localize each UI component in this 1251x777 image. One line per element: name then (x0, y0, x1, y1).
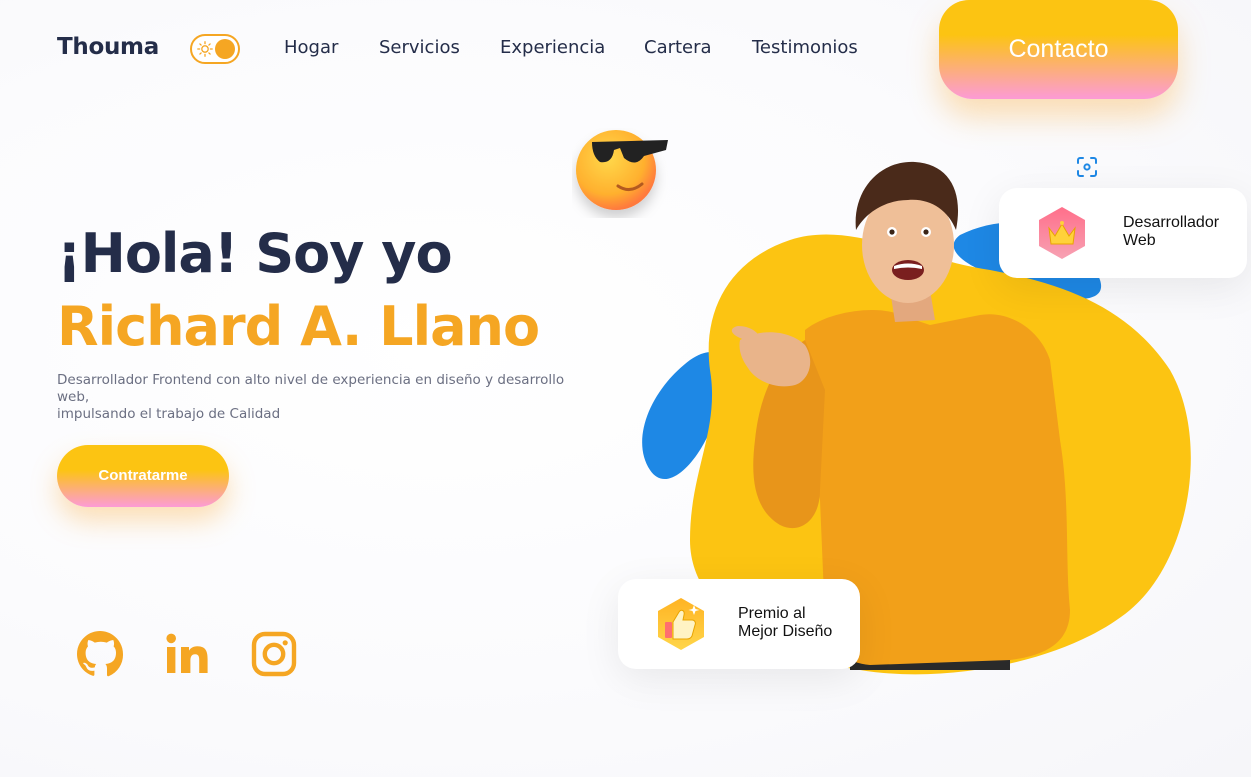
hire-me-button[interactable]: Contratarme (57, 445, 229, 507)
nav-link-servicios[interactable]: Servicios (379, 37, 460, 58)
instagram-icon[interactable] (250, 630, 298, 678)
web-developer-badge: Desarrollador Web (999, 188, 1247, 278)
hero-name: Richard A. Llano (57, 295, 540, 358)
hero-greeting: ¡Hola! Soy yo (57, 222, 453, 285)
theme-toggle[interactable] (190, 34, 240, 64)
thumbs-up-icon (658, 598, 704, 650)
nav-link-hogar[interactable]: Hogar (284, 37, 338, 58)
sun-icon (197, 41, 213, 57)
github-icon[interactable] (76, 630, 124, 678)
badge-award-line2: Mejor Diseño (738, 623, 833, 640)
web-developer-badge-text: Desarrollador Web (1123, 214, 1219, 250)
badge-web-line1: Desarrollador (1123, 214, 1220, 231)
brand-logo[interactable]: Thouma (57, 34, 159, 60)
nav-link-cartera[interactable]: Cartera (644, 37, 712, 58)
badge-award-line1: Premio al (738, 605, 806, 622)
nav-link-testimonios[interactable]: Testimonios (752, 37, 858, 58)
hero-description-line2: impulsando el trabajo de Calidad (57, 406, 281, 422)
best-design-award-badge: Premio al Mejor Diseño (618, 579, 860, 669)
contact-button[interactable]: Contacto (939, 0, 1178, 99)
hero-description-line1: Desarrollador Frontend con alto nivel de… (57, 372, 565, 405)
crown-icon (1039, 207, 1085, 259)
toggle-knob (215, 39, 235, 59)
hero-description: Desarrollador Frontend con alto nivel de… (57, 372, 577, 423)
scan-icon[interactable] (1075, 155, 1099, 179)
best-design-award-badge-text: Premio al Mejor Diseño (738, 605, 832, 641)
nav-link-experiencia[interactable]: Experiencia (500, 37, 605, 58)
page: Thouma Hogar Servicios Experiencia Carte… (0, 0, 1251, 777)
linkedin-icon[interactable] (163, 630, 211, 678)
badge-web-line2: Web (1123, 232, 1156, 249)
